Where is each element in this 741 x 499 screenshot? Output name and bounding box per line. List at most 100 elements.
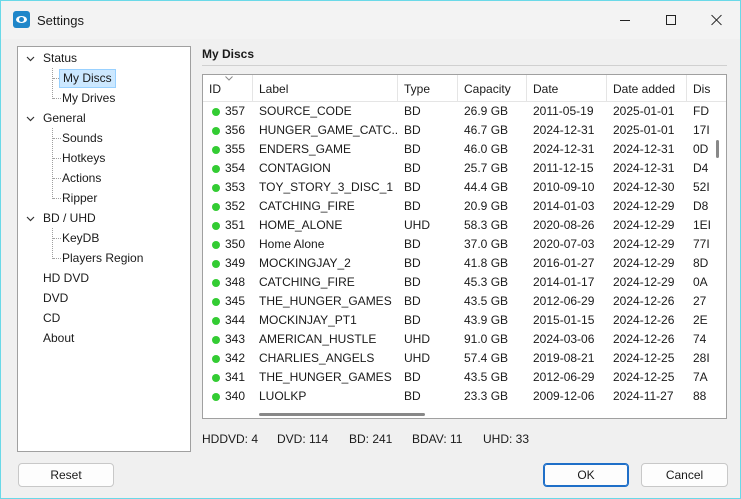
cell-date: 2020-07-03: [533, 237, 595, 251]
tree-item-general[interactable]: General: [26, 109, 89, 128]
cell-date-added: 2024-11-27: [613, 389, 674, 403]
cell-date: 2012-06-29: [533, 294, 595, 308]
tree-item-label: DVD: [43, 291, 69, 305]
cell-date-added: 2024-12-29: [613, 199, 675, 213]
tree-item-keydb[interactable]: KeyDB: [59, 229, 102, 248]
column-header-capacity[interactable]: Capacity: [458, 75, 527, 102]
minimize-icon: [620, 19, 630, 21]
tree-item-dvd[interactable]: DVD: [40, 289, 71, 308]
tree-item-status[interactable]: Status: [26, 49, 80, 68]
cell-label: MOCKINGJAY_2: [259, 256, 351, 270]
cell-date-added: 2024-12-25: [613, 370, 675, 384]
table-row[interactable]: 345 THE_HUNGER_GAMES BD 43.5 GB 2012-06-29 20…: [203, 292, 726, 311]
cell-type: BD: [404, 389, 421, 403]
table-row[interactable]: 349 MOCKINGJAY_2 BD 41.8 GB 2016-01-27 2024-1…: [203, 254, 726, 273]
tree-item-label: HD DVD: [43, 271, 90, 285]
column-header-capacity-text: Capacity: [464, 82, 511, 96]
tree-item-hotkeys[interactable]: Hotkeys: [59, 149, 108, 168]
table-row[interactable]: 356 HUNGER_GAME_CATC... BD 46.7 GB 2024-12-3…: [203, 121, 726, 140]
minimize-button[interactable]: [602, 1, 648, 39]
tree-item-hd-dvd[interactable]: HD DVD: [40, 269, 92, 288]
table-row[interactable]: 348 CATCHING_FIRE BD 45.3 GB 2014-01-17 2024-…: [203, 273, 726, 292]
cell-type: BD: [404, 370, 421, 384]
table-row[interactable]: 353 TOY_STORY_3_DISC_1 BD 44.4 GB 2010-09-10…: [203, 178, 726, 197]
count-dvd: DVD: 114: [277, 432, 329, 446]
count-bd: BD: 241: [349, 432, 393, 446]
horizontal-scrollbar-thumb[interactable]: [259, 413, 425, 416]
tree-item-ripper[interactable]: Ripper: [59, 189, 100, 208]
cell-type: BD: [404, 142, 421, 156]
title-bar[interactable]: Settings: [1, 1, 740, 39]
column-header-label[interactable]: Label: [253, 75, 398, 102]
tree-item-label: Players Region: [62, 251, 144, 265]
cell-date-added: 2025-01-01: [613, 104, 675, 118]
table-row[interactable]: 355 ENDERS_GAME BD 46.0 GB 2024-12-31 2024-12…: [203, 140, 726, 159]
cell-disc: 17I: [693, 123, 710, 137]
table-row[interactable]: 350 Home Alone BD 37.0 GB 2020-07-03 2024-12-…: [203, 235, 726, 254]
cell-id: 357: [225, 104, 246, 118]
reset-button[interactable]: Reset: [18, 463, 114, 487]
cell-label: THE_HUNGER_GAMES: [259, 370, 392, 384]
cell-date: 2016-01-27: [533, 256, 595, 270]
cell-disc: 28I: [693, 351, 710, 365]
tree-item-label: Ripper: [62, 191, 98, 205]
cell-date: 2024-12-31: [533, 123, 595, 137]
cell-label: CATCHING_FIRE: [259, 199, 355, 213]
table-row[interactable]: 342 CHARLIES_ANGELS UHD 57.4 GB 2019-08-21 20…: [203, 349, 726, 368]
cell-date: 2012-06-29: [533, 370, 595, 384]
cell-date-added: 2024-12-31: [613, 142, 675, 156]
chevron-down-icon[interactable]: [26, 214, 35, 223]
tree-item-cd[interactable]: CD: [40, 309, 63, 328]
table-row[interactable]: 352 CATCHING_FIRE BD 20.9 GB 2014-01-03 2024-…: [203, 197, 726, 216]
cell-disc: D4: [693, 161, 709, 175]
cell-label: MOCKINJAY_PT1: [259, 313, 357, 327]
cell-disc: 52I: [693, 180, 710, 194]
vertical-scrollbar-thumb[interactable]: [716, 140, 719, 158]
column-header-date[interactable]: Date: [527, 75, 607, 102]
cell-type: BD: [404, 313, 421, 327]
table-row[interactable]: 340 LUOLKP BD 23.3 GB 2009-12-06 2024-11-27 88: [203, 387, 726, 406]
cell-capacity: 46.7 GB: [464, 123, 509, 137]
chevron-down-icon[interactable]: [26, 54, 35, 63]
table-row[interactable]: 351 HOME_ALONE UHD 58.3 GB 2020-08-26 2024-12…: [203, 216, 726, 235]
cell-date-added: 2024-12-26: [613, 313, 675, 327]
cell-id: 351: [225, 218, 246, 232]
tree-item-players-region[interactable]: Players Region: [59, 249, 146, 268]
cell-date: 2011-05-19: [533, 104, 594, 118]
tree-item-label: Sounds: [62, 131, 103, 145]
cancel-button[interactable]: Cancel: [641, 463, 728, 487]
table-row[interactable]: 354 CONTAGION BD 25.7 GB 2011-12-15 2024-12-3…: [203, 159, 726, 178]
column-header-type[interactable]: Type: [398, 75, 458, 102]
maximize-icon: [666, 15, 676, 25]
column-header-date-added[interactable]: Date added: [607, 75, 687, 102]
chevron-down-icon[interactable]: [26, 114, 35, 123]
cell-id: 345: [225, 294, 246, 308]
cell-type: UHD: [404, 351, 430, 365]
cell-date: 2024-12-31: [533, 142, 595, 156]
column-header-disc[interactable]: Dis: [687, 75, 726, 102]
settings-tree: Status My Discs My Drives General Sounds…: [17, 46, 191, 452]
table-header: ID Label Type Capacity Date Date added D…: [203, 75, 726, 102]
maximize-button[interactable]: [648, 1, 694, 39]
column-header-id[interactable]: ID: [203, 75, 253, 102]
tree-item-my-drives[interactable]: My Drives: [59, 89, 118, 108]
cell-type: BD: [404, 256, 421, 270]
cell-disc: 27: [693, 294, 707, 308]
column-header-date-text: Date: [533, 82, 559, 96]
table-row[interactable]: 344 MOCKINJAY_PT1 BD 43.9 GB 2015-01-15 2024-…: [203, 311, 726, 330]
table-row[interactable]: 341 THE_HUNGER_GAMES BD 43.5 GB 2012-06-29 20…: [203, 368, 726, 387]
tree-item-about[interactable]: About: [40, 329, 77, 348]
table-row[interactable]: 343 AMERICAN_HUSTLE UHD 91.0 GB 2024-03-06 20…: [203, 330, 726, 349]
tree-item-label: Hotkeys: [62, 151, 106, 165]
tree-item-sounds[interactable]: Sounds: [59, 129, 106, 148]
tree-item-my-discs[interactable]: My Discs: [59, 69, 116, 88]
close-button[interactable]: [694, 1, 740, 39]
cell-type: BD: [404, 180, 421, 194]
cell-date-added: 2025-01-01: [613, 123, 675, 137]
tree-item-actions[interactable]: Actions: [59, 169, 104, 188]
tree-item-bd-uhd[interactable]: BD / UHD: [26, 209, 99, 228]
tree-item-label: My Drives: [62, 91, 116, 105]
ok-button[interactable]: OK: [543, 463, 629, 487]
cell-disc: 8D: [693, 256, 709, 270]
table-row[interactable]: 357 SOURCE_CODE BD 26.9 GB 2011-05-19 2025-01…: [203, 102, 726, 121]
